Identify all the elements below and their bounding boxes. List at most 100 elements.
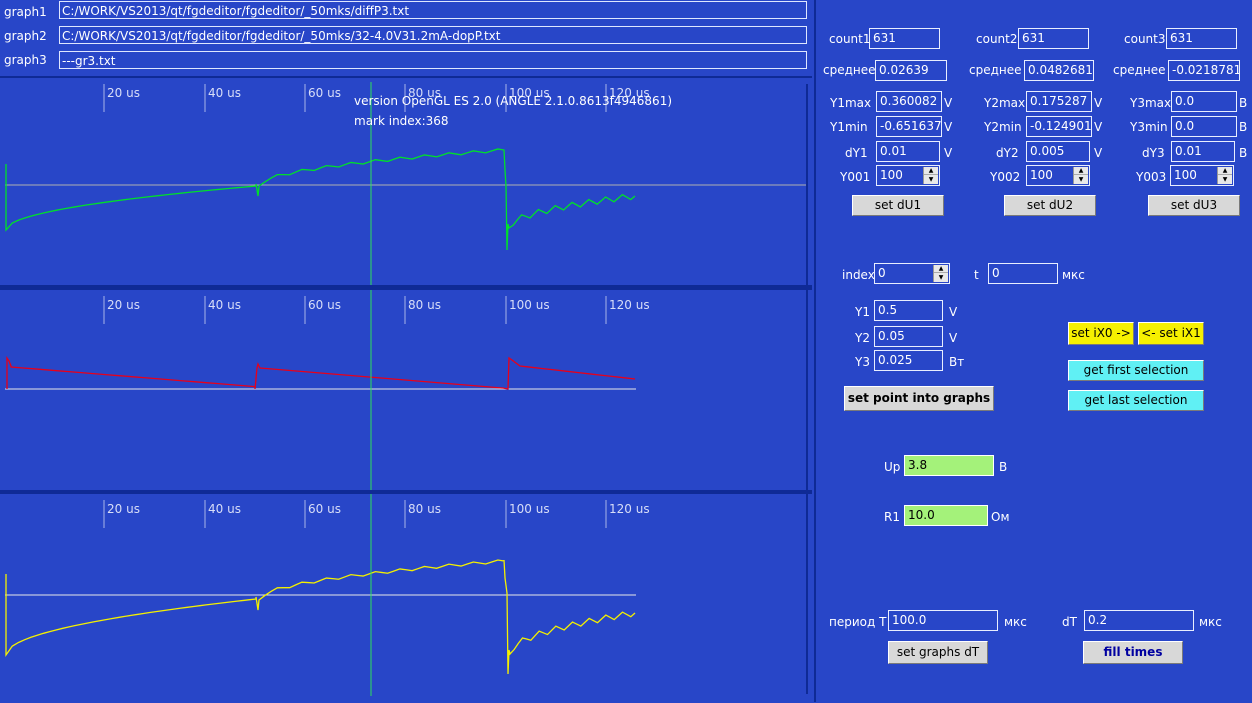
mean1-field[interactable]: 0.02639 (875, 60, 947, 81)
y002-spinbox[interactable]: 100 ▲ ▼ (1026, 165, 1090, 186)
count3-field[interactable]: 631 (1166, 28, 1237, 49)
graph2-trace (6, 355, 636, 390)
graph3-path-input[interactable]: ---gr3.txt (59, 51, 807, 69)
spin-up-icon[interactable]: ▲ (934, 265, 948, 273)
y3min-field[interactable]: 0.0 (1171, 116, 1237, 137)
graph-separator-1 (0, 285, 812, 290)
mean2-label: среднее (969, 63, 1022, 77)
tick-label: 80 us (408, 298, 441, 312)
dy2-field[interactable]: 0.005 (1026, 141, 1090, 162)
tick-label: 100 us (509, 502, 550, 516)
set-point-into-graphs-button[interactable]: set point into graphs (844, 386, 994, 411)
y2-label: Y2 (855, 331, 870, 345)
tick-label: 20 us (107, 86, 140, 100)
graph1-path-input[interactable]: C:/WORK/VS2013/qt/fgdeditor/fgdeditor/_5… (59, 1, 807, 19)
spin-down-icon[interactable]: ▼ (1074, 176, 1088, 184)
r1-field[interactable]: 10.0 (904, 505, 988, 526)
mean3-field[interactable]: -0.0218781 (1168, 60, 1240, 81)
y2min-unit: V (1094, 120, 1103, 134)
dy3-label: dY3 (1142, 146, 1165, 160)
y2-unit: V (949, 331, 958, 345)
graph2-path-input[interactable]: C:/WORK/VS2013/qt/fgdeditor/fgdeditor/_5… (59, 26, 807, 44)
dy3-unit: B (1239, 146, 1248, 160)
y1max-unit: V (944, 96, 953, 110)
set-ix1-button[interactable]: <- set iX1 (1138, 322, 1204, 345)
up-field[interactable]: 3.8 (904, 455, 994, 476)
tick-label: 100 us (509, 298, 550, 312)
graphs-canvas[interactable]: 20 us 40 us 60 us 80 us 100 us 120 us 20 us 40 … (0, 78, 812, 700)
y3min-label: Y3min (1130, 120, 1168, 134)
mean3-label: среднее (1113, 63, 1166, 77)
count1-label: count1 (829, 32, 871, 46)
dt-unit: мкс (1199, 615, 1222, 629)
set-du2-button[interactable]: set dU2 (1004, 195, 1096, 216)
mark-index-text: mark index:368 (354, 114, 449, 128)
plot-right-border (806, 84, 808, 694)
t-unit: мкс (1062, 268, 1085, 282)
panel-divider (814, 0, 816, 702)
fill-times-button[interactable]: fill times (1083, 641, 1183, 664)
get-first-selection-button[interactable]: get first selection (1068, 360, 1204, 381)
period-unit: мкс (1004, 615, 1027, 629)
dy3-field[interactable]: 0.01 (1171, 141, 1235, 162)
count2-field[interactable]: 631 (1018, 28, 1089, 49)
graph3-trace (5, 559, 636, 675)
y3-label: Y3 (855, 355, 870, 369)
spin-down-icon[interactable]: ▼ (1218, 176, 1232, 184)
tick-label: 40 us (208, 298, 241, 312)
t-label: t (974, 268, 979, 282)
tick-label: 40 us (208, 502, 241, 516)
y2-field[interactable]: 0.05 (874, 326, 943, 347)
y1max-label: Y1max (830, 96, 872, 110)
y001-label: Y001 (840, 170, 871, 184)
dt-field[interactable]: 0.2 (1084, 610, 1194, 631)
count1-field[interactable]: 631 (869, 28, 940, 49)
tick-label: 20 us (107, 502, 140, 516)
set-du3-button[interactable]: set dU3 (1148, 195, 1240, 216)
up-label: Up (884, 460, 901, 474)
index-value: 0 (878, 266, 886, 280)
tick-label: 60 us (308, 502, 341, 516)
y3max-label: Y3max (1130, 96, 1172, 110)
set-ix0-button[interactable]: set iX0 -> (1068, 322, 1134, 345)
tick-label: 60 us (308, 86, 341, 100)
get-last-selection-button[interactable]: get last selection (1068, 390, 1204, 411)
spin-down-icon[interactable]: ▼ (924, 176, 938, 184)
dy1-label: dY1 (845, 146, 868, 160)
spin-up-icon[interactable]: ▲ (1218, 167, 1232, 175)
spin-up-icon[interactable]: ▲ (924, 167, 938, 175)
y2min-field[interactable]: -0.124901 (1026, 116, 1092, 137)
y2min-label: Y2min (984, 120, 1022, 134)
mean1-label: среднее (823, 63, 876, 77)
y003-spinbox[interactable]: 100 ▲ ▼ (1170, 165, 1234, 186)
set-du1-button[interactable]: set dU1 (852, 195, 944, 216)
set-graphs-dt-button[interactable]: set graphs dT (888, 641, 988, 664)
y1-field[interactable]: 0.5 (874, 300, 943, 321)
graph2-label: graph2 (4, 29, 47, 43)
y3max-field[interactable]: 0.0 (1171, 91, 1237, 112)
graph-separator-2 (0, 490, 812, 494)
y003-value: 100 (1174, 168, 1197, 182)
dy1-unit: V (944, 146, 953, 160)
index-spinbox[interactable]: 0 ▲ ▼ (874, 263, 950, 284)
graph1-trace (5, 148, 636, 251)
graphs-svg[interactable]: 20 us 40 us 60 us 80 us 100 us 120 us 20 us 40 … (0, 78, 812, 700)
y3-unit: Вт (949, 355, 965, 369)
y1min-field[interactable]: -0.651637 (876, 116, 942, 137)
y2max-field[interactable]: 0.175287 (1026, 91, 1092, 112)
index-label: index (842, 268, 875, 282)
y1max-field[interactable]: 0.360082 (876, 91, 942, 112)
tick-label: 60 us (308, 298, 341, 312)
dy1-field[interactable]: 0.01 (876, 141, 940, 162)
y3max-unit: B (1239, 96, 1248, 110)
spin-down-icon[interactable]: ▼ (934, 274, 948, 282)
y3-field[interactable]: 0.025 (874, 350, 943, 371)
y001-spinbox[interactable]: 100 ▲ ▼ (876, 165, 940, 186)
y003-label: Y003 (1136, 170, 1167, 184)
period-field[interactable]: 100.0 (888, 610, 998, 631)
spin-up-icon[interactable]: ▲ (1074, 167, 1088, 175)
t-field[interactable]: 0 (988, 263, 1058, 284)
mean2-field[interactable]: 0.0482681 (1024, 60, 1094, 81)
y1-unit: V (949, 305, 958, 319)
tick-label: 120 us (609, 502, 650, 516)
